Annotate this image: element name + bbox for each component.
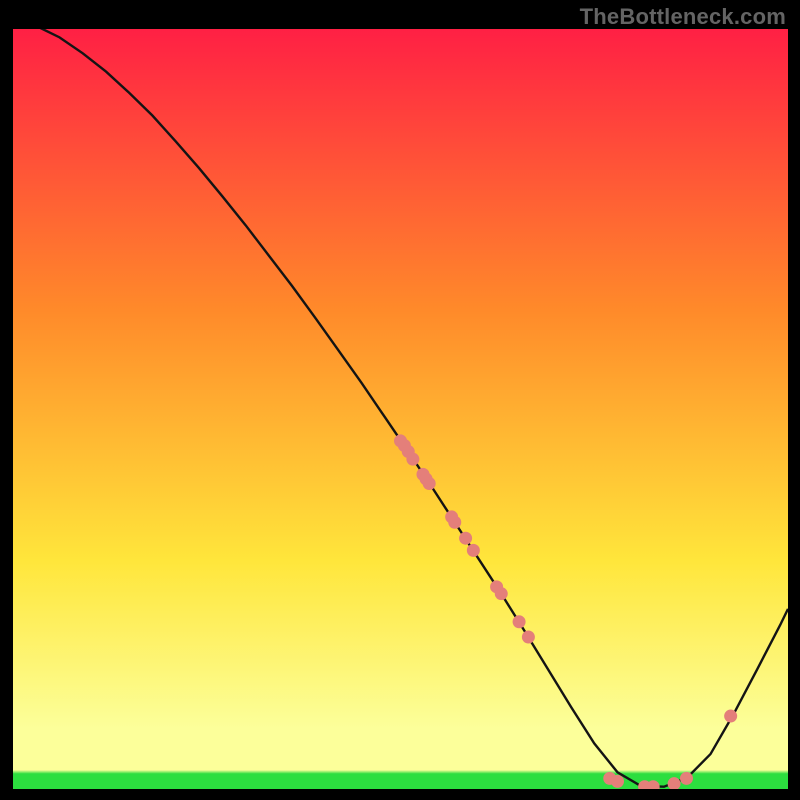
data-point-marker [406, 453, 419, 466]
data-point-marker [680, 772, 693, 785]
data-point-marker [513, 615, 526, 628]
data-point-marker [448, 516, 461, 529]
chart-container: TheBottleneck.com [0, 0, 800, 800]
bottleneck-chart [13, 29, 788, 789]
data-point-marker [467, 544, 480, 557]
data-point-marker [423, 477, 436, 490]
attribution-label: TheBottleneck.com [580, 4, 786, 30]
data-point-marker [611, 775, 624, 788]
data-point-marker [459, 532, 472, 545]
data-point-marker [495, 587, 508, 600]
data-point-marker [522, 631, 535, 644]
data-point-marker [724, 710, 737, 723]
gradient-background [13, 29, 788, 789]
